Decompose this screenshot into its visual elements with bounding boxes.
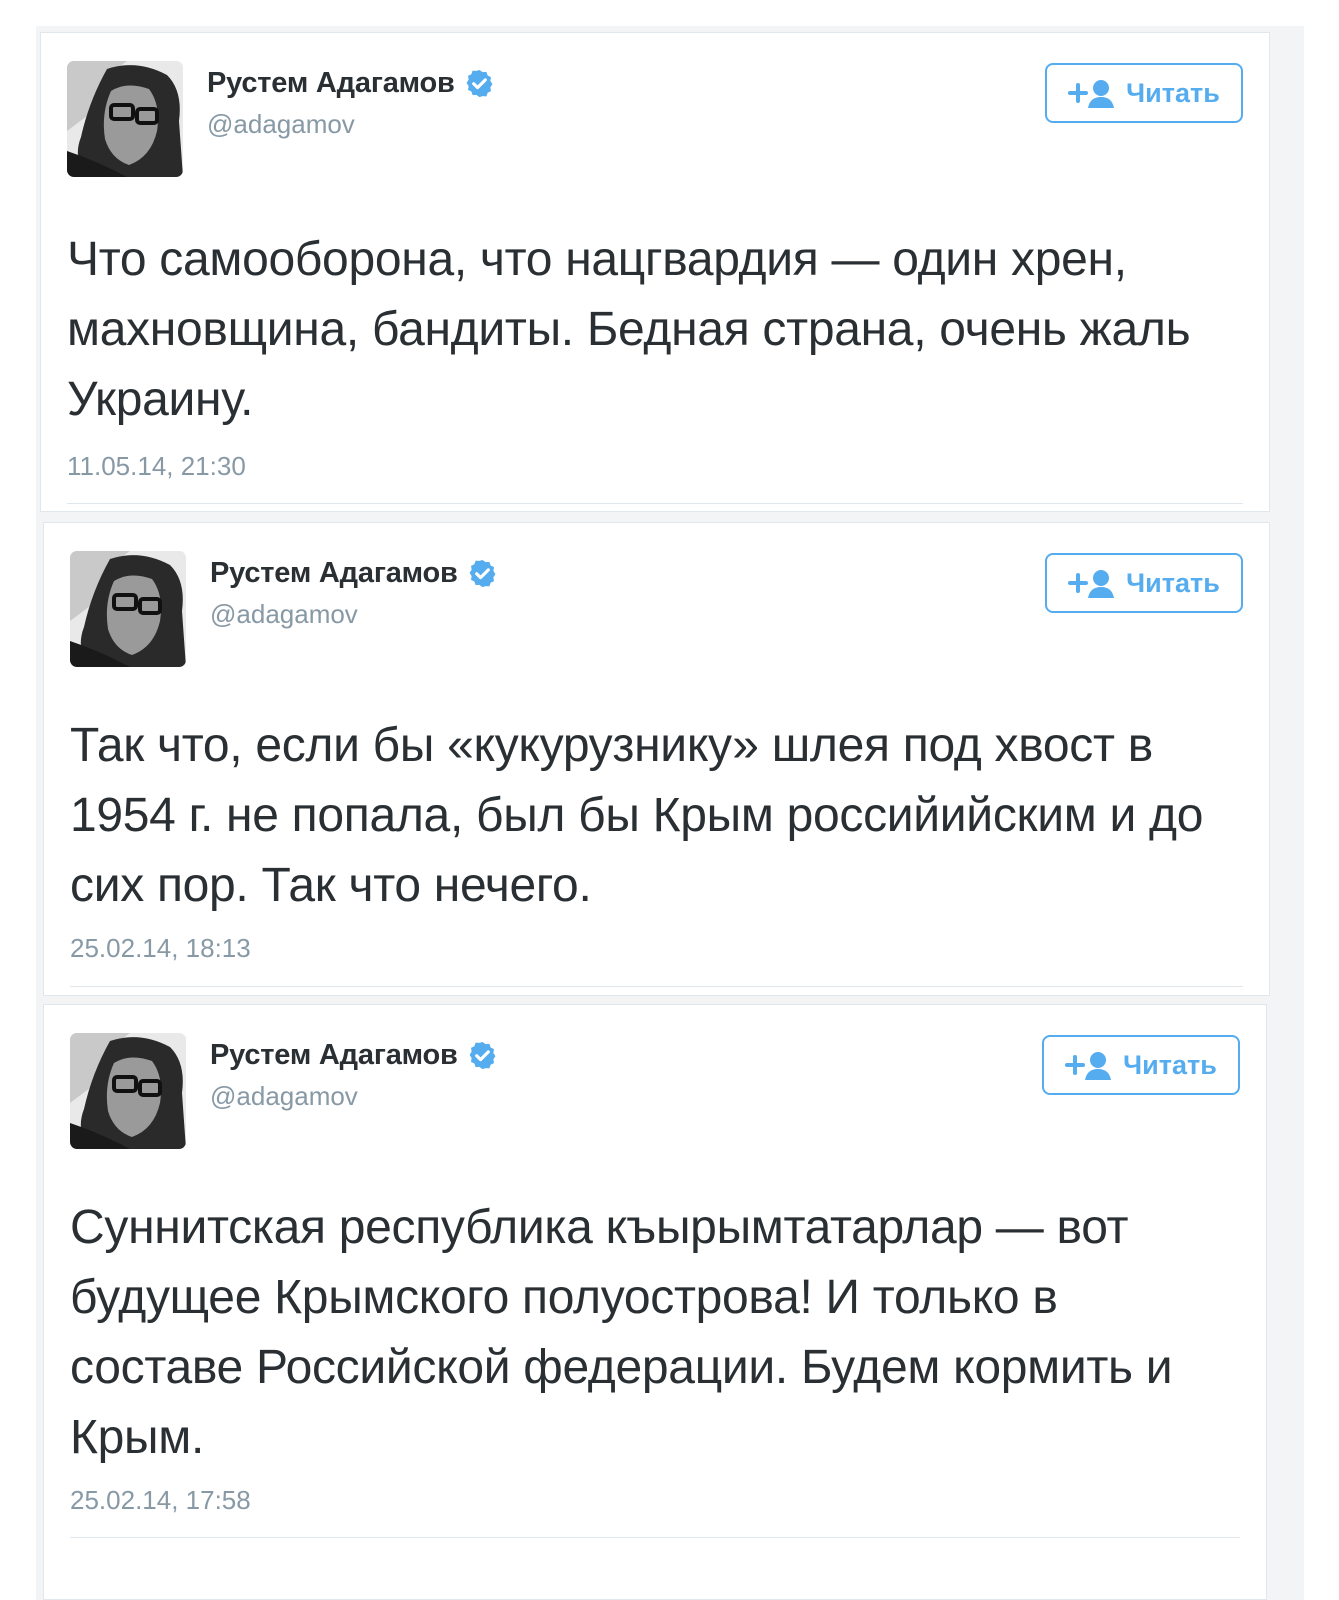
- tweet-timestamp[interactable]: 25.02.14, 18:13: [70, 933, 251, 964]
- follow-label: Читать: [1123, 1049, 1217, 1080]
- tweet-text: Так что, если бы «кукурузнику» шлея под …: [70, 719, 1204, 912]
- verified-badge-icon: [467, 558, 498, 589]
- follow-user-icon: [1065, 1052, 1112, 1080]
- avatar[interactable]: [67, 61, 183, 177]
- author-row: Рустем Адагамов: [210, 1035, 498, 1075]
- tweet-timestamp[interactable]: 25.02.14, 17:58: [70, 1485, 251, 1516]
- avatar[interactable]: [70, 1033, 186, 1149]
- follow-button[interactable]: Читать: [1042, 1035, 1240, 1095]
- verified-badge-icon: [467, 1040, 498, 1071]
- follow-label: Читать: [1126, 77, 1220, 108]
- tweet-text: Что самооборона, что нацгвардия — один х…: [67, 233, 1191, 426]
- follow-button[interactable]: Читать: [1045, 63, 1243, 123]
- tweet-card: Рустем Адагамов @adagamov Читать Так что…: [43, 522, 1270, 996]
- author-row: Рустем Адагамов: [207, 63, 495, 103]
- tweet-timestamp[interactable]: 11.05.14, 21:30: [67, 451, 246, 482]
- follow-button[interactable]: Читать: [1045, 553, 1243, 613]
- tweet-stack: Рустем Адагамов @adagamov Читать Что сам…: [36, 26, 1304, 1600]
- verified-badge-icon: [464, 68, 495, 99]
- author-name[interactable]: Рустем Адагамов: [207, 67, 455, 100]
- divider: [67, 503, 1243, 504]
- follow-user-icon: [1068, 570, 1115, 598]
- author-name[interactable]: Рустем Адагамов: [210, 557, 458, 590]
- avatar[interactable]: [70, 551, 186, 667]
- author-handle[interactable]: @adagamov: [210, 599, 358, 630]
- divider: [70, 1537, 1240, 1538]
- tweet-card: Рустем Адагамов @adagamov Читать Суннитс…: [43, 1004, 1267, 1600]
- follow-label: Читать: [1126, 567, 1220, 598]
- author-handle[interactable]: @adagamov: [210, 1081, 358, 1112]
- divider: [70, 986, 1243, 987]
- follow-user-icon: [1068, 80, 1115, 108]
- author-row: Рустем Адагамов: [210, 553, 498, 593]
- author-name[interactable]: Рустем Адагамов: [210, 1039, 458, 1072]
- tweet-text: Суннитская республика къырымтатарлар — в…: [70, 1201, 1173, 1464]
- author-handle[interactable]: @adagamov: [207, 109, 355, 140]
- tweet-card: Рустем Адагамов @adagamov Читать Что сам…: [40, 32, 1270, 512]
